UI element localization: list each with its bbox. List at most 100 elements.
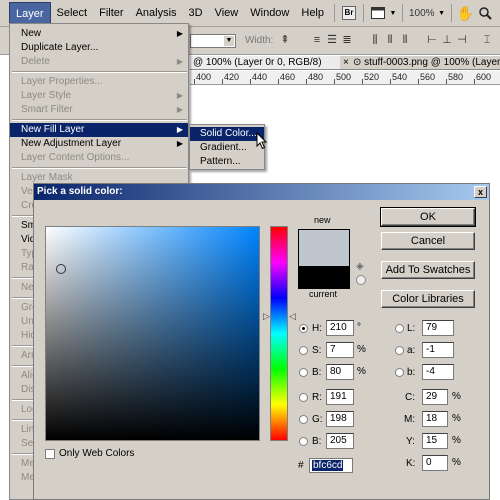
bridge-button[interactable]: Br (339, 4, 359, 22)
align-top-icon[interactable]: ⇞ (278, 33, 292, 47)
saturation-unit: % (357, 344, 366, 355)
menu-help[interactable]: Help (295, 2, 330, 24)
menu-item-layer-properties[interactable]: Layer Properties... (10, 75, 188, 89)
menu-item-layer-style[interactable]: Layer Style ▶ (10, 89, 188, 103)
b-channel-input[interactable]: -4 (422, 364, 454, 380)
submenu-label: Solid Color... (200, 128, 257, 139)
radio-blue[interactable] (299, 437, 308, 446)
distribute-right-icon[interactable]: ⫴ (398, 33, 412, 47)
hue-slider-right-arrow-icon[interactable]: ◁ (289, 311, 296, 321)
green-input[interactable]: 198 (326, 411, 354, 427)
hue-input[interactable]: 210 (326, 320, 354, 336)
cyan-input[interactable]: 29 (422, 389, 448, 405)
auto-align-icon[interactable]: ⌶ (480, 33, 494, 47)
align-hcenter-icon[interactable]: ⊥ (440, 33, 454, 47)
add-to-swatches-button[interactable]: Add To Swatches (381, 261, 475, 279)
distribute-left-icon[interactable]: ⫼ (368, 33, 382, 47)
color-field-marker[interactable] (56, 264, 66, 274)
cyan-label: C: (405, 392, 415, 403)
hue-unit: ° (357, 322, 361, 333)
lightness-input[interactable]: 79 (422, 320, 454, 336)
blue-input[interactable]: 205 (326, 433, 354, 449)
menu-select[interactable]: Select (51, 2, 94, 24)
only-web-colors-checkbox[interactable] (45, 449, 55, 459)
menu-item-label: New Fill Layer (21, 124, 85, 135)
magenta-input[interactable]: 18 (422, 411, 448, 427)
a-channel-input[interactable]: -1 (422, 342, 454, 358)
submenu-item-pattern[interactable]: Pattern... (190, 155, 264, 169)
radio-lightness[interactable] (395, 324, 404, 333)
align-right-icon[interactable]: ⊣ (455, 33, 469, 47)
ok-button[interactable]: OK (380, 207, 476, 227)
menu-item-label: Smart Filter (21, 104, 73, 115)
web-safe-icon[interactable] (356, 275, 366, 285)
menu-item-layer-content-options[interactable]: Layer Content Options... (10, 151, 188, 165)
ruler-tick (194, 79, 195, 84)
style-dropdown[interactable]: ▼ (190, 34, 236, 48)
ruler-number: 560 (420, 72, 436, 82)
hand-tool-icon[interactable]: ✋ (456, 4, 476, 22)
yellow-input[interactable]: 15 (422, 433, 448, 449)
menu-3d[interactable]: 3D (183, 2, 209, 24)
black-input[interactable]: 0 (422, 455, 448, 471)
brightness-label: B: (312, 367, 322, 378)
hue-slider-left-arrow-icon[interactable]: ▷ (263, 311, 270, 321)
radio-green[interactable] (299, 415, 308, 424)
saturation-input[interactable]: 7 (326, 342, 354, 358)
zoom-level[interactable]: 100% (407, 8, 437, 19)
out-of-gamut-cube-icon[interactable]: ◈ (356, 262, 366, 272)
dropdown-arrow-icon[interactable]: ▼ (437, 4, 447, 22)
distribute-vcenter-icon[interactable]: ☰ (325, 33, 339, 47)
menu-item-new-adjustment-layer[interactable]: New Adjustment Layer ▶ (10, 137, 188, 151)
radio-hue[interactable] (299, 324, 308, 333)
submenu-item-gradient[interactable]: Gradient... (190, 141, 264, 155)
current-color-swatch[interactable] (298, 266, 350, 289)
menu-view[interactable]: View (209, 2, 245, 24)
ruler-tick (250, 79, 251, 84)
brightness-input[interactable]: 80 (326, 364, 354, 380)
radio-a-channel[interactable] (395, 346, 404, 355)
blue-label: B: (312, 436, 322, 447)
zoom-tool-icon[interactable] (476, 4, 496, 22)
tab-close-icon[interactable]: × (340, 56, 350, 69)
menu-item-delete[interactable]: Delete ▶ (10, 55, 188, 69)
distribute-hcenter-icon[interactable]: ⦀ (383, 33, 397, 47)
menu-item-new[interactable]: New ▶ (10, 27, 188, 41)
align-left-icon[interactable]: ⊢ (425, 33, 439, 47)
menu-item-new-fill-layer[interactable]: New Fill Layer ▶ (10, 123, 188, 137)
close-button[interactable]: x (474, 186, 487, 198)
screen-mode-icon[interactable] (368, 4, 388, 22)
radio-brightness[interactable] (299, 368, 308, 377)
tab-document-1[interactable]: @ 100% (Layer 0r 0, RGB/8) (190, 56, 340, 69)
menu-window[interactable]: Window (244, 2, 295, 24)
yellow-label: Y: (406, 436, 415, 447)
new-color-swatch (298, 229, 350, 266)
radio-b-channel[interactable] (395, 368, 404, 377)
tab-document-2[interactable]: ⊙ stuff-0003.png @ 100% (Layer 0r 0 (350, 56, 500, 69)
cyan-unit: % (452, 391, 461, 402)
radio-red[interactable] (299, 393, 308, 402)
menu-analysis[interactable]: Analysis (130, 2, 183, 24)
cancel-button[interactable]: Cancel (381, 232, 475, 250)
color-libraries-button[interactable]: Color Libraries (381, 290, 475, 308)
dropdown-arrow-icon[interactable]: ▼ (388, 4, 398, 22)
ruler-tick (306, 79, 307, 84)
red-input[interactable]: 191 (326, 389, 354, 405)
submenu-item-solid-color[interactable]: Solid Color... (190, 127, 264, 141)
menu-item-label: Duplicate Layer... (21, 42, 99, 53)
menu-separator (12, 71, 187, 73)
current-color-label: current (309, 289, 338, 299)
fill-layer-submenu: Solid Color... Gradient... Pattern... (189, 124, 265, 170)
menu-filter[interactable]: Filter (93, 2, 129, 24)
menu-item-duplicate-layer[interactable]: Duplicate Layer... (10, 41, 188, 55)
radio-saturation[interactable] (299, 346, 308, 355)
hue-slider[interactable] (270, 226, 288, 441)
ruler-tick (474, 79, 475, 84)
menu-layer[interactable]: Layer (9, 2, 51, 24)
menu-separator (12, 119, 187, 121)
color-field[interactable] (45, 226, 260, 441)
hex-input[interactable]: bfc6cd (309, 458, 353, 473)
distribute-bottom-icon[interactable]: ≣ (340, 33, 354, 47)
distribute-top-icon[interactable]: ≡ (310, 33, 324, 47)
menu-item-smart-filter[interactable]: Smart Filter ▶ (10, 103, 188, 117)
